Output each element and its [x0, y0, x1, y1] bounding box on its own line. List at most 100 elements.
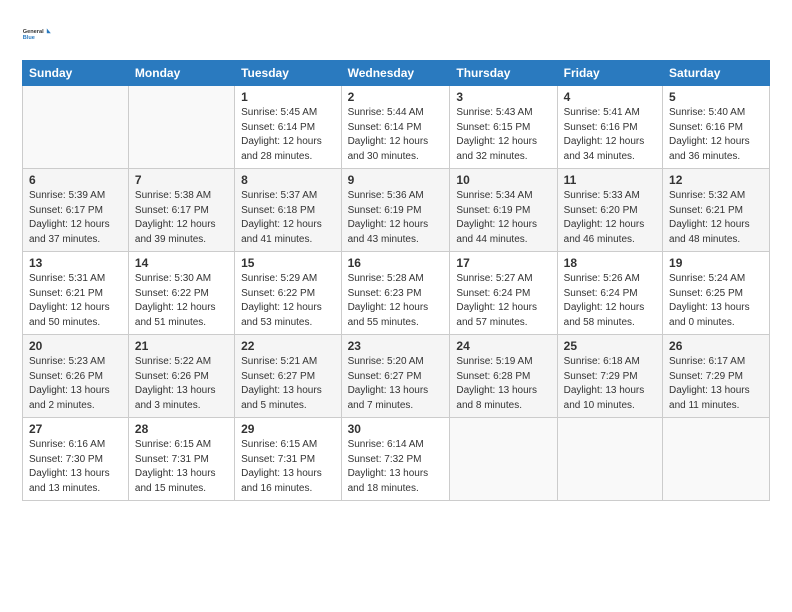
- day-cell: 8 Sunrise: 5:37 AMSunset: 6:18 PMDaylight…: [235, 169, 341, 252]
- day-cell: 27Sunrise: 6:16 AMSunset: 7:30 PMDayligh…: [23, 418, 129, 501]
- day-number: 11: [564, 173, 656, 187]
- day-cell: 14 Sunrise: 5:30 AMSunset: 6:22 PMDayligh…: [128, 252, 234, 335]
- day-info: Sunrise: 5:45 AMSunset: 6:14 PMDaylight:…: [241, 106, 334, 164]
- day-info: Sunrise: 5:20 AMSunset: 6:27 PMDaylight:…: [348, 355, 444, 413]
- day-cell: 12 Sunrise: 5:32 AMSunset: 6:21 PMDayligh…: [663, 169, 770, 252]
- calendar-header-row: SundayMondayTuesdayWednesdayThursdayFrid…: [23, 61, 770, 86]
- day-info: Sunrise: 5:29 AMSunset: 6:22 PMDaylight:…: [241, 272, 334, 330]
- day-cell: 13 Sunrise: 5:31 AMSunset: 6:21 PMDayligh…: [23, 252, 129, 335]
- day-info: Sunrise: 5:33 AMSunset: 6:20 PMDaylight:…: [564, 189, 656, 247]
- day-number: 3: [456, 90, 550, 104]
- day-header-friday: Friday: [557, 61, 662, 86]
- day-cell: 21 Sunrise: 5:22 AMSunset: 6:26 PMDayligh…: [128, 335, 234, 418]
- day-cell: [23, 86, 129, 169]
- day-info: Sunrise: 5:37 AMSunset: 6:18 PMDaylight:…: [241, 189, 334, 247]
- day-number: 18: [564, 256, 656, 270]
- day-cell: 10 Sunrise: 5:34 AMSunset: 6:19 PMDayligh…: [450, 169, 557, 252]
- day-cell: 2 Sunrise: 5:44 AMSunset: 6:14 PMDaylight…: [341, 86, 450, 169]
- day-header-sunday: Sunday: [23, 61, 129, 86]
- day-cell: 17 Sunrise: 5:27 AMSunset: 6:24 PMDayligh…: [450, 252, 557, 335]
- day-number: 20: [29, 339, 122, 353]
- day-info: Sunrise: 5:24 AMSunset: 6:25 PMDaylight:…: [669, 272, 763, 330]
- day-header-monday: Monday: [128, 61, 234, 86]
- day-number: 25: [564, 339, 656, 353]
- day-cell: [663, 418, 770, 501]
- day-info: Sunrise: 5:38 AMSunset: 6:17 PMDaylight:…: [135, 189, 228, 247]
- day-number: 13: [29, 256, 122, 270]
- day-cell: 11 Sunrise: 5:33 AMSunset: 6:20 PMDayligh…: [557, 169, 662, 252]
- day-cell: 5 Sunrise: 5:40 AMSunset: 6:16 PMDaylight…: [663, 86, 770, 169]
- day-cell: 20 Sunrise: 5:23 AMSunset: 6:26 PMDayligh…: [23, 335, 129, 418]
- day-number: 12: [669, 173, 763, 187]
- day-cell: 4 Sunrise: 5:41 AMSunset: 6:16 PMDaylight…: [557, 86, 662, 169]
- day-number: 16: [348, 256, 444, 270]
- day-cell: 16 Sunrise: 5:28 AMSunset: 6:23 PMDayligh…: [341, 252, 450, 335]
- day-info: Sunrise: 5:43 AMSunset: 6:15 PMDaylight:…: [456, 106, 550, 164]
- day-number: 2: [348, 90, 444, 104]
- day-number: 5: [669, 90, 763, 104]
- day-cell: 23 Sunrise: 5:20 AMSunset: 6:27 PMDayligh…: [341, 335, 450, 418]
- svg-text:Blue: Blue: [23, 35, 35, 41]
- day-number: 7: [135, 173, 228, 187]
- page: GeneralBlue SundayMondayTuesdayWednesday…: [0, 0, 792, 612]
- day-info: Sunrise: 5:40 AMSunset: 6:16 PMDaylight:…: [669, 106, 763, 164]
- day-info: Sunrise: 5:27 AMSunset: 6:24 PMDaylight:…: [456, 272, 550, 330]
- day-info: Sunrise: 5:26 AMSunset: 6:24 PMDaylight:…: [564, 272, 656, 330]
- day-info: Sunrise: 5:28 AMSunset: 6:23 PMDaylight:…: [348, 272, 444, 330]
- day-info: Sunrise: 5:31 AMSunset: 6:21 PMDaylight:…: [29, 272, 122, 330]
- day-cell: [128, 86, 234, 169]
- day-cell: 28Sunrise: 6:15 AMSunset: 7:31 PMDayligh…: [128, 418, 234, 501]
- day-cell: 15 Sunrise: 5:29 AMSunset: 6:22 PMDayligh…: [235, 252, 341, 335]
- day-number: 17: [456, 256, 550, 270]
- day-info: Sunrise: 6:15 AMSunset: 7:31 PMDaylight:…: [241, 438, 334, 496]
- day-number: 10: [456, 173, 550, 187]
- day-number: 23: [348, 339, 444, 353]
- day-cell: 19 Sunrise: 5:24 AMSunset: 6:25 PMDayligh…: [663, 252, 770, 335]
- day-number: 1: [241, 90, 334, 104]
- day-cell: 9 Sunrise: 5:36 AMSunset: 6:19 PMDaylight…: [341, 169, 450, 252]
- day-info: Sunrise: 6:18 AMSunset: 7:29 PMDaylight:…: [564, 355, 656, 413]
- day-cell: 18 Sunrise: 5:26 AMSunset: 6:24 PMDayligh…: [557, 252, 662, 335]
- day-info: Sunrise: 5:41 AMSunset: 6:16 PMDaylight:…: [564, 106, 656, 164]
- day-cell: 24 Sunrise: 5:19 AMSunset: 6:28 PMDayligh…: [450, 335, 557, 418]
- day-info: Sunrise: 5:19 AMSunset: 6:28 PMDaylight:…: [456, 355, 550, 413]
- day-info: Sunrise: 5:44 AMSunset: 6:14 PMDaylight:…: [348, 106, 444, 164]
- day-number: 15: [241, 256, 334, 270]
- day-number: 29: [241, 422, 334, 436]
- day-cell: 25 Sunrise: 6:18 AMSunset: 7:29 PMDayligh…: [557, 335, 662, 418]
- day-cell: 29 Sunrise: 6:15 AMSunset: 7:31 PMDayligh…: [235, 418, 341, 501]
- day-number: 6: [29, 173, 122, 187]
- day-number: 19: [669, 256, 763, 270]
- day-cell: 7 Sunrise: 5:38 AMSunset: 6:17 PMDaylight…: [128, 169, 234, 252]
- day-number: 21: [135, 339, 228, 353]
- day-cell: [557, 418, 662, 501]
- day-number: 30: [348, 422, 444, 436]
- day-info: Sunrise: 5:34 AMSunset: 6:19 PMDaylight:…: [456, 189, 550, 247]
- day-info: Sunrise: 5:32 AMSunset: 6:21 PMDaylight:…: [669, 189, 763, 247]
- day-header-saturday: Saturday: [663, 61, 770, 86]
- day-info: Sunrise: 5:23 AMSunset: 6:26 PMDaylight:…: [29, 355, 122, 413]
- day-number: 8: [241, 173, 334, 187]
- day-info: Sunrise: 5:22 AMSunset: 6:26 PMDaylight:…: [135, 355, 228, 413]
- header: GeneralBlue: [22, 18, 770, 50]
- day-info: Sunrise: 6:14 AMSunset: 7:32 PMDaylight:…: [348, 438, 444, 496]
- day-info: Sunrise: 6:17 AMSunset: 7:29 PMDaylight:…: [669, 355, 763, 413]
- day-number: 9: [348, 173, 444, 187]
- day-cell: 22Sunrise: 5:21 AMSunset: 6:27 PMDayligh…: [235, 335, 341, 418]
- day-header-wednesday: Wednesday: [341, 61, 450, 86]
- day-cell: 6 Sunrise: 5:39 AMSunset: 6:17 PMDaylight…: [23, 169, 129, 252]
- day-info: Sunrise: 6:15 AMSunset: 7:31 PMDaylight:…: [135, 438, 228, 496]
- logo-icon: GeneralBlue: [22, 18, 54, 50]
- day-info: Sunrise: 5:36 AMSunset: 6:19 PMDaylight:…: [348, 189, 444, 247]
- day-info: Sunrise: 5:39 AMSunset: 6:17 PMDaylight:…: [29, 189, 122, 247]
- day-number: 14: [135, 256, 228, 270]
- day-info: Sunrise: 5:21 AMSunset: 6:27 PMDaylight:…: [241, 355, 334, 413]
- calendar-table: SundayMondayTuesdayWednesdayThursdayFrid…: [22, 60, 770, 501]
- week-row-4: 20 Sunrise: 5:23 AMSunset: 6:26 PMDayligh…: [23, 335, 770, 418]
- day-cell: 3 Sunrise: 5:43 AMSunset: 6:15 PMDaylight…: [450, 86, 557, 169]
- day-cell: [450, 418, 557, 501]
- day-number: 24: [456, 339, 550, 353]
- day-info: Sunrise: 5:30 AMSunset: 6:22 PMDaylight:…: [135, 272, 228, 330]
- day-number: 4: [564, 90, 656, 104]
- day-number: 27: [29, 422, 122, 436]
